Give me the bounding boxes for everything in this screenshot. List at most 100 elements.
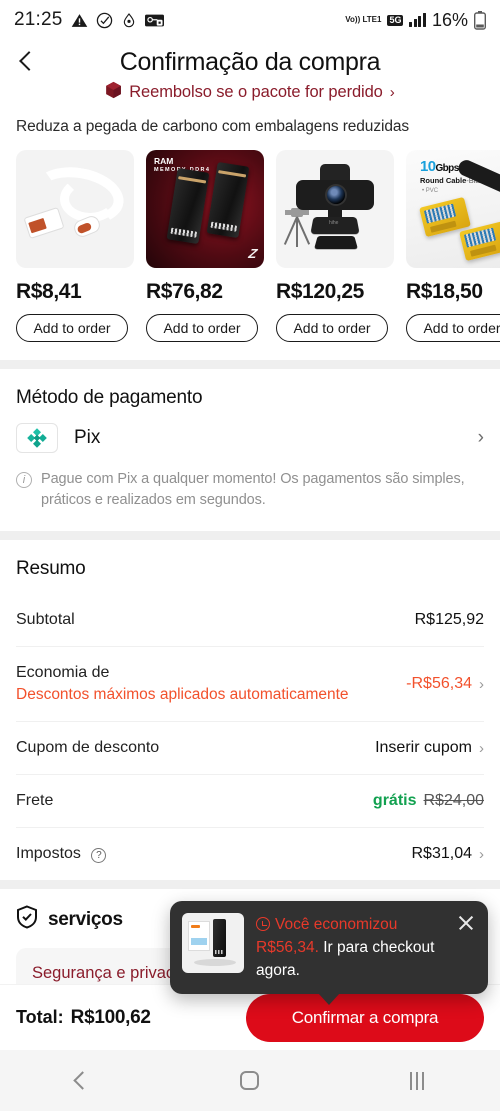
pix-icon: [16, 423, 58, 453]
summary-free-badge: grátis: [372, 792, 417, 809]
help-icon[interactable]: ?: [91, 848, 107, 863]
keyboard-badge-icon: [144, 13, 164, 28]
volte-icon: Vo)) LTE1: [345, 16, 381, 24]
ram-brand-logo: Z: [247, 246, 258, 261]
payment-method-title: Método de pagamento: [16, 387, 203, 408]
chevron-right-icon: ›: [389, 84, 395, 101]
summary-label: Impostos: [16, 845, 81, 862]
summary-value-group: R$31,04 ›: [412, 845, 485, 863]
add-to-order-button[interactable]: Add to order: [406, 314, 500, 342]
page-header: Confirmação da compra Reembolso se o pac…: [0, 40, 500, 150]
summary-label: Economia de: [16, 664, 110, 681]
clock-icon: [256, 917, 270, 931]
summary-label: Frete: [16, 792, 54, 809]
confirm-purchase-button[interactable]: Confirmar a compra: [246, 993, 484, 1042]
battery-icon: [474, 10, 486, 30]
network-5g-icon: 5G: [387, 14, 404, 26]
network-label: 5G: [387, 14, 404, 26]
status-bar: 21:25 Vo)) LTE1 5G 16%: [0, 0, 500, 40]
info-icon: i: [16, 472, 32, 488]
volte-top: Vo)): [345, 15, 361, 24]
close-icon[interactable]: [456, 913, 476, 933]
status-bar-left: 21:25: [14, 9, 164, 31]
volte-bottom: LTE1: [362, 15, 382, 24]
summary-value: R$31,04: [411, 845, 473, 862]
payment-method-note: i Pague com Pix a qualquer momento! Os p…: [16, 469, 484, 531]
summary-value-group: Inserir cupom ›: [375, 739, 484, 757]
product-price: R$76,82: [146, 280, 223, 303]
privacy-eye-icon: [121, 12, 137, 28]
chevron-right-icon: ›: [479, 739, 484, 757]
section-divider: [0, 531, 500, 540]
product-image-ram: RAM MEMORY DDR4 Z: [146, 150, 264, 268]
payment-method-note-text: Pague com Pix a qualquer momento! Os pag…: [41, 471, 465, 508]
battery-percent: 16%: [431, 9, 468, 30]
nav-recents-icon[interactable]: [410, 1071, 425, 1090]
payment-method-section: Método de pagamento Pix › i Pague com Pi…: [0, 369, 500, 531]
chevron-right-icon: ›: [477, 427, 484, 448]
services-title: serviços: [48, 908, 123, 930]
summary-row-savings[interactable]: Economia de Descontos máximos aplicados …: [16, 647, 484, 722]
ram-badge-title: RAM: [154, 156, 174, 166]
product-image-ethernet-cable: 10Gbps Round Cable-Black • PVC: [406, 150, 500, 268]
add-to-order-button[interactable]: Add to order: [16, 314, 128, 342]
product-price: R$120,25: [276, 280, 364, 303]
android-navigation-bar: [0, 1050, 500, 1111]
toast-product-thumbnail: [182, 913, 244, 973]
product-card[interactable]: hihe R$120,25 Add to order: [276, 150, 394, 342]
nav-home-icon[interactable]: [239, 1071, 259, 1090]
summary-label: Cupom de desconto: [16, 739, 160, 756]
add-to-order-button[interactable]: Add to order: [276, 314, 388, 342]
summary-value: Inserir cupom: [375, 739, 472, 756]
product-image-usb-cable: [16, 150, 134, 268]
ethernet-subtitle-a: Round Cable: [420, 176, 467, 185]
savings-toast[interactable]: Você economizou R$56,34. Ir para checkou…: [170, 901, 488, 1005]
summary-title: Resumo: [16, 558, 86, 579]
checkout-screen: 21:25 Vo)) LTE1 5G 16% Confirmação da co…: [0, 0, 500, 1111]
signal-bars-icon: [409, 13, 426, 27]
summary-value-group: grátis R$24,00: [373, 792, 484, 810]
summary-row-shipping: Frete grátis R$24,00: [16, 775, 484, 828]
summary-row-taxes[interactable]: Impostos ? R$31,04 ›: [16, 828, 484, 880]
product-price: R$8,41: [16, 280, 82, 303]
add-to-order-button[interactable]: Add to order: [146, 314, 258, 342]
warning-triangle-icon: [71, 12, 88, 29]
recommended-products-carousel[interactable]: R$8,41 Add to order RAM MEMORY DDR4 Z R$…: [0, 150, 500, 360]
chevron-right-icon: ›: [479, 675, 484, 693]
product-price: R$18,50: [406, 280, 483, 303]
nav-back-icon[interactable]: [72, 1071, 92, 1090]
shield-check-icon: [16, 905, 38, 934]
summary-row-subtotal: Subtotal R$125,92: [16, 594, 484, 647]
product-card[interactable]: 10Gbps Round Cable-Black • PVC R$18,50 A…: [406, 150, 500, 342]
status-bar-right: Vo)) LTE1 5G 16%: [345, 10, 486, 31]
toast-message: Você economizou R$56,34. Ir para checkou…: [256, 913, 476, 982]
carbon-footprint-note: Reduza a pegada de carbono com embalagen…: [16, 118, 410, 135]
product-card[interactable]: R$8,41 Add to order: [16, 150, 134, 342]
summary-value-group: -R$56,34 ›: [406, 675, 484, 693]
page-content: Confirmação da compra Reembolso se o pac…: [0, 40, 500, 984]
refund-policy-link[interactable]: Reembolso se o pacote for perdido ›: [0, 81, 500, 104]
product-card[interactable]: RAM MEMORY DDR4 Z R$76,82 Add to order: [146, 150, 264, 342]
summary-row-coupon[interactable]: Cupom de desconto Inserir cupom ›: [16, 722, 484, 775]
ethernet-speed-unit: Gbps: [435, 163, 460, 174]
section-divider: [0, 880, 500, 889]
payment-method-row-pix[interactable]: Pix ›: [16, 423, 484, 453]
ethernet-note: • PVC: [422, 188, 439, 194]
summary-original-price: R$24,00: [423, 792, 485, 809]
section-divider: [0, 360, 500, 369]
payment-method-name: Pix: [74, 427, 101, 448]
summary-sublabel: Descontos máximos aplicados automaticame…: [16, 686, 349, 703]
refund-policy-label: Reembolso se o pacote for perdido: [129, 83, 383, 101]
check-circle-icon: [96, 12, 113, 29]
summary-value: -R$56,34: [406, 675, 472, 692]
summary-section: Resumo Subtotal R$125,92 Economia de Des…: [0, 540, 500, 880]
summary-label: Subtotal: [16, 611, 75, 628]
summary-value: R$125,92: [414, 611, 484, 628]
chevron-right-icon: ›: [479, 845, 484, 863]
product-image-webcam: hihe: [276, 150, 394, 268]
ethernet-speed-badge: 10Gbps: [420, 158, 459, 175]
status-time: 21:25: [14, 9, 63, 30]
package-icon: [105, 81, 122, 104]
total-value: R$100,62: [70, 1006, 151, 1028]
summary-label-group: Impostos ?: [16, 845, 107, 863]
